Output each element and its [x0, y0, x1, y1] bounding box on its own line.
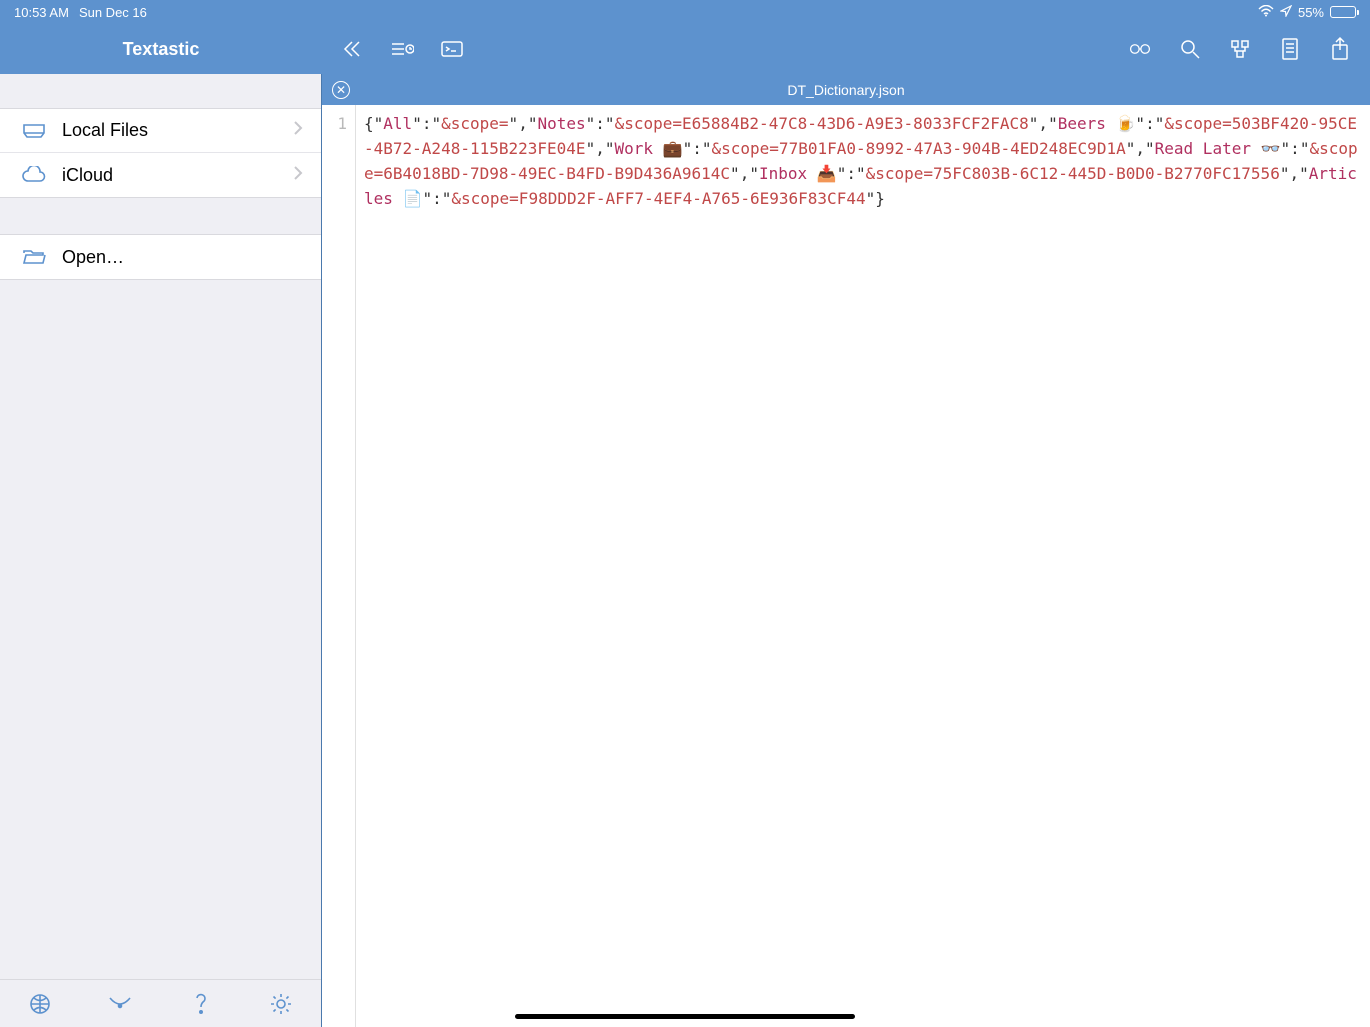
- battery-icon: [1330, 6, 1356, 18]
- filename-label: DT_Dictionary.json: [787, 82, 904, 98]
- connection-icon[interactable]: [107, 991, 133, 1017]
- share-icon[interactable]: [1328, 37, 1352, 61]
- sidebar-item-open[interactable]: Open…: [0, 235, 321, 279]
- glasses-emoji: 👓: [1261, 139, 1281, 158]
- battery-pct: 55%: [1298, 5, 1324, 20]
- line-number: 1: [322, 111, 347, 136]
- search-icon[interactable]: [1178, 37, 1202, 61]
- sidebar-item-label: Open…: [62, 247, 124, 268]
- globe-icon[interactable]: [27, 991, 53, 1017]
- page-emoji: 📄: [403, 189, 423, 208]
- sidebar-item-local-files[interactable]: Local Files: [0, 109, 321, 153]
- beer-emoji: 🍺: [1116, 114, 1136, 133]
- status-date: Sun Dec 16: [79, 5, 147, 20]
- status-time: 10:53 AM: [14, 5, 69, 20]
- sidebar-item-label: Local Files: [62, 120, 148, 141]
- help-icon[interactable]: [188, 991, 214, 1017]
- cloud-icon: [20, 166, 48, 184]
- sidebar-bottom-toolbar: [0, 979, 321, 1027]
- close-file-icon[interactable]: ✕: [332, 81, 350, 99]
- gear-icon[interactable]: [268, 991, 294, 1017]
- briefcase-emoji: 💼: [663, 139, 683, 158]
- symbols-icon[interactable]: [1228, 37, 1252, 61]
- nav-bar: Textastic: [0, 24, 1370, 74]
- code-content[interactable]: {"All":"&scope=","Notes":"&scope=E65884B…: [356, 105, 1370, 1027]
- inbox-emoji: 📥: [817, 164, 837, 183]
- home-indicator[interactable]: [515, 1014, 855, 1019]
- recent-files-icon[interactable]: [390, 37, 414, 61]
- line-gutter: 1: [322, 105, 356, 1027]
- folder-open-icon: [20, 247, 48, 267]
- app-title: Textastic: [0, 24, 322, 74]
- sidebar: Local Files iCloud Open…: [0, 74, 322, 1027]
- status-bar: 10:53 AM Sun Dec 16 55%: [0, 0, 1370, 24]
- sidebar-item-label: iCloud: [62, 165, 113, 186]
- file-tab-bar: ✕ DT_Dictionary.json: [322, 74, 1370, 105]
- location-icon: [1280, 5, 1292, 20]
- sidebar-item-icloud[interactable]: iCloud: [0, 153, 321, 197]
- chevron-right-icon: [293, 120, 303, 141]
- code-editor[interactable]: 1 {"All":"&scope=","Notes":"&scope=E6588…: [322, 105, 1370, 1027]
- back-icon[interactable]: [340, 37, 364, 61]
- terminal-icon[interactable]: [440, 37, 464, 61]
- preview-glasses-icon[interactable]: [1128, 37, 1152, 61]
- file-properties-icon[interactable]: [1278, 37, 1302, 61]
- tray-icon: [20, 121, 48, 141]
- wifi-icon: [1258, 5, 1274, 20]
- chevron-right-icon: [293, 165, 303, 186]
